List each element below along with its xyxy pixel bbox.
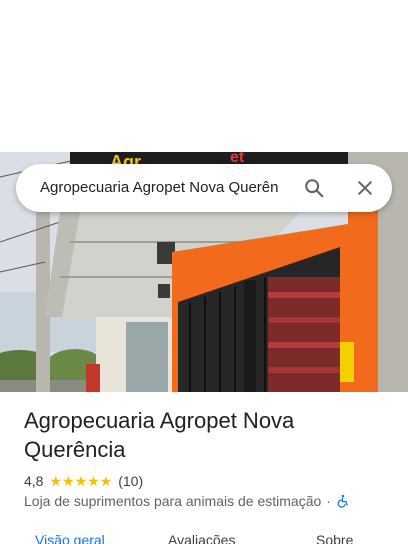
place-tabs: Visão geral Avaliações Sobre bbox=[0, 526, 408, 544]
tab-reviews[interactable]: Avaliações bbox=[168, 532, 235, 544]
search-input[interactable]: Agropecuaria Agropet Nova Querên bbox=[40, 164, 302, 212]
tab-about[interactable]: Sobre bbox=[316, 532, 353, 544]
separator: · bbox=[326, 493, 331, 509]
search-bar[interactable]: Agropecuaria Agropet Nova Querên bbox=[16, 164, 392, 212]
place-title: Agropecuaria Agropet Nova Querência bbox=[24, 408, 295, 462]
wheelchair-icon bbox=[336, 494, 350, 508]
close-icon[interactable] bbox=[349, 172, 381, 204]
star-rating-icon: ★★★★★ bbox=[49, 472, 113, 489]
review-count[interactable]: (10) bbox=[118, 473, 143, 489]
place-category[interactable]: Loja de suprimentos para animais de esti… bbox=[24, 493, 321, 509]
rating-value: 4,8 bbox=[24, 473, 44, 489]
rating-row[interactable]: 4,8 ★★★★★ (10) bbox=[24, 471, 143, 491]
search-icon[interactable] bbox=[298, 172, 330, 204]
tab-overview[interactable]: Visão geral bbox=[35, 532, 105, 544]
category-row: Loja de suprimentos para animais de esti… bbox=[24, 491, 350, 511]
